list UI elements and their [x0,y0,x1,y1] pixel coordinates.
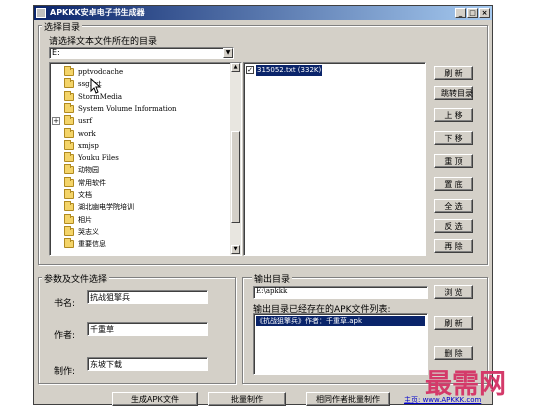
folder-icon [64,176,74,187]
folder-icon [64,189,74,199]
tree-items: pptvodcache ssg.txt StormMedia System Volum… [50,66,225,252]
browse-button[interactable]: 浏 览 [434,285,473,299]
directory-prompt: 请选择文本文件所在的目录 [49,37,158,47]
folder-icon [64,90,74,101]
tree-item[interactable]: xmjsp [50,139,225,152]
output-path-input[interactable]: E:\apkkk [253,286,428,299]
chevron-down-icon[interactable]: ▼ [223,48,233,58]
refresh-apk-button[interactable]: 刷 新 [434,316,473,330]
generate-apk-button[interactable]: 生成APK文件 [112,392,198,406]
folder-icon [64,213,74,224]
maker-value: 东坡下载 [90,360,122,369]
book-name-input[interactable]: 抗战狙擎兵 [87,290,208,304]
apk-list[interactable]: 《抗战狙擎兵》作者：千重草.apk [253,313,428,375]
expand-plus-icon[interactable]: + [52,117,60,126]
tree-item-label: xmjsp [78,141,99,150]
tree-item[interactable]: ssg.txt [50,78,225,90]
maximize-button[interactable]: □ [467,8,478,18]
file-item-label: 315052.txt (332K) [256,65,323,76]
mouse-cursor-icon [90,78,102,94]
tree-item[interactable]: pptvodcache [50,66,225,78]
watermark: 最需网 [425,369,506,400]
folder-icon [64,78,74,89]
tree-item[interactable]: 动物园 [50,164,225,176]
folder-icon [64,139,74,150]
tree-item[interactable]: System Volume Information [50,102,225,115]
output-group-label: 输出目录 [252,272,293,285]
tree-item[interactable]: 重要信息 [50,238,225,250]
apk-list-item[interactable]: 《抗战狙擎兵》作者：千重草.apk [256,316,425,326]
window-title: APKKK安卓电子书生成器 [50,8,145,17]
tree-item-label: work [78,129,96,138]
book-name-value: 抗战狙擎兵 [90,293,130,302]
tree-item-label: System Volume Information [78,104,177,113]
folder-icon [64,102,74,113]
delete-apk-button[interactable]: 删 除 [434,346,473,360]
batch-make-button[interactable]: 批量制作 [208,392,286,406]
tree-item[interactable]: work [50,127,225,140]
maker-label: 制作: [54,367,76,377]
tree-item-label: usrf [78,117,93,126]
tree-item-label: 常用软件 [78,178,106,187]
scroll-up-icon[interactable]: ▲ [231,63,240,72]
tree-item-label: pptvodcache [78,68,124,76]
tree-item-label: 哭志义 [78,227,99,236]
folder-icon [64,152,74,163]
select-all-button[interactable]: 全 选 [434,199,473,213]
close-button[interactable]: × [479,8,490,18]
app-window: APKKK安卓电子书生成器 _ □ × 选择目录 请选择文本文件所在的目录 E:… [33,5,493,406]
tree-item-label: 相片 [78,215,92,224]
refresh-button[interactable]: 刷 新 [434,66,473,80]
scroll-down-icon[interactable]: ▼ [231,245,240,254]
batch-same-author-button[interactable]: 相同作者批量制作 [306,392,390,406]
book-name-label: 书名: [54,299,76,309]
tree-item[interactable]: Youku Files [50,152,225,164]
folder-icon [64,164,74,175]
author-value: 千重草 [90,325,114,334]
tree-item-label: 重要信息 [78,240,106,249]
move-up-button[interactable]: 上 移 [434,108,473,122]
tree-item[interactable]: 文档 [50,189,225,201]
tree-item[interactable]: 常用软件 [50,176,225,189]
author-input[interactable]: 千重草 [87,322,208,336]
tree-item-label: 湖北幽电学院培训 [78,203,134,212]
checkbox-icon[interactable]: ✓ [246,66,254,74]
tree-scrollbar[interactable]: ▲ ▼ [230,63,241,255]
tree-item[interactable]: + usrf [50,115,225,127]
folder-icon [64,115,74,126]
title-bar[interactable]: APKKK安卓电子书生成器 _ □ × [34,6,492,20]
tree-item[interactable]: StormMedia [50,90,225,103]
params-group-label: 参数及文件选择 [42,272,110,285]
folder-icon [64,225,74,236]
scroll-thumb[interactable] [231,131,240,223]
tree-item-label: 文档 [78,191,92,199]
move-down-button[interactable]: 下 移 [434,131,473,145]
goto-directory-button[interactable]: 跳转目录 [434,86,473,100]
tree-item[interactable]: 湖北幽电学院培训 [50,201,225,213]
output-path-value: E:\apkkk [256,287,288,295]
folder-icon [64,66,74,76]
minimize-button[interactable]: _ [455,8,466,18]
maker-input[interactable]: 东坡下载 [87,357,208,371]
app-icon [36,8,46,18]
tree-item[interactable]: 相片 [50,213,225,226]
move-top-button[interactable]: 重 顶 [434,154,473,168]
tree-item-label: Youku Files [78,154,119,163]
author-label: 作者: [54,331,76,341]
directory-group-label: 选择目录 [42,20,83,33]
drive-select[interactable]: E: ▼ [49,47,234,59]
folder-tree[interactable]: pptvodcache ssg.txt StormMedia System Volum… [49,62,242,256]
folder-icon [64,201,74,212]
tree-item[interactable]: 哭志义 [50,225,225,238]
folder-icon [64,127,74,138]
invert-selection-button[interactable]: 反 选 [434,219,473,233]
drive-value: E: [52,48,60,57]
move-bottom-button[interactable]: 置 底 [434,177,473,191]
remove-button[interactable]: 再 除 [434,239,473,253]
file-list[interactable]: ✓ 315052.txt (332K) [243,62,426,256]
folder-icon [64,238,74,249]
tree-item-label: 动物园 [78,166,99,175]
